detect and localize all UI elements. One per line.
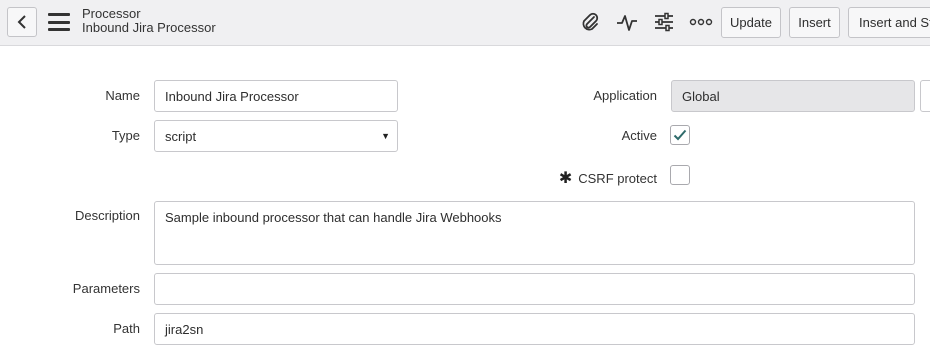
update-button[interactable]: Update: [721, 7, 781, 38]
checkmark-icon: [673, 129, 687, 141]
active-label: Active: [621, 128, 657, 143]
record-name-label: Inbound Jira Processor: [82, 20, 216, 35]
application-label: Application: [593, 88, 657, 103]
paperclip-icon[interactable]: [578, 10, 602, 34]
type-label: Type: [111, 128, 140, 143]
type-select-value: script: [165, 128, 197, 144]
form-header: Processor Inbound Jira Processor Update …: [0, 0, 930, 46]
name-label: Name: [105, 88, 140, 103]
csrf-protect-label-group: ✱ CSRF protect: [559, 168, 657, 188]
record-type-label: Processor: [82, 6, 141, 21]
mandatory-asterisk-icon: ✱: [558, 170, 573, 187]
description-textarea[interactable]: Sample inbound processor that can handle…: [154, 201, 915, 265]
insert-button[interactable]: Insert: [789, 7, 840, 38]
hamburger-menu-icon[interactable]: [48, 12, 70, 32]
application-field: Global: [671, 80, 915, 112]
type-select[interactable]: script ▼: [154, 120, 398, 152]
back-button[interactable]: [7, 7, 37, 37]
parameters-label: Parameters: [72, 281, 140, 296]
settings-sliders-icon[interactable]: [652, 10, 676, 34]
insert-and-stay-button[interactable]: Insert and Stay: [848, 7, 930, 38]
csrf-protect-checkbox[interactable]: [670, 165, 690, 185]
caret-down-icon: ▼: [381, 131, 390, 141]
path-label: Path: [113, 321, 140, 336]
csrf-protect-label: CSRF protect: [578, 170, 657, 186]
activity-pulse-icon[interactable]: [615, 10, 639, 34]
record-title: Processor Inbound Jira Processor: [82, 7, 216, 35]
parameters-field[interactable]: [154, 273, 915, 305]
description-label: Description: [74, 208, 140, 223]
application-lookup-button[interactable]: [920, 80, 930, 112]
chevron-left-icon: [17, 15, 26, 29]
active-checkbox[interactable]: [670, 125, 690, 145]
name-field[interactable]: Inbound Jira Processor: [154, 80, 398, 112]
more-options-icon[interactable]: [689, 10, 713, 34]
path-field[interactable]: jira2sn: [154, 313, 915, 345]
